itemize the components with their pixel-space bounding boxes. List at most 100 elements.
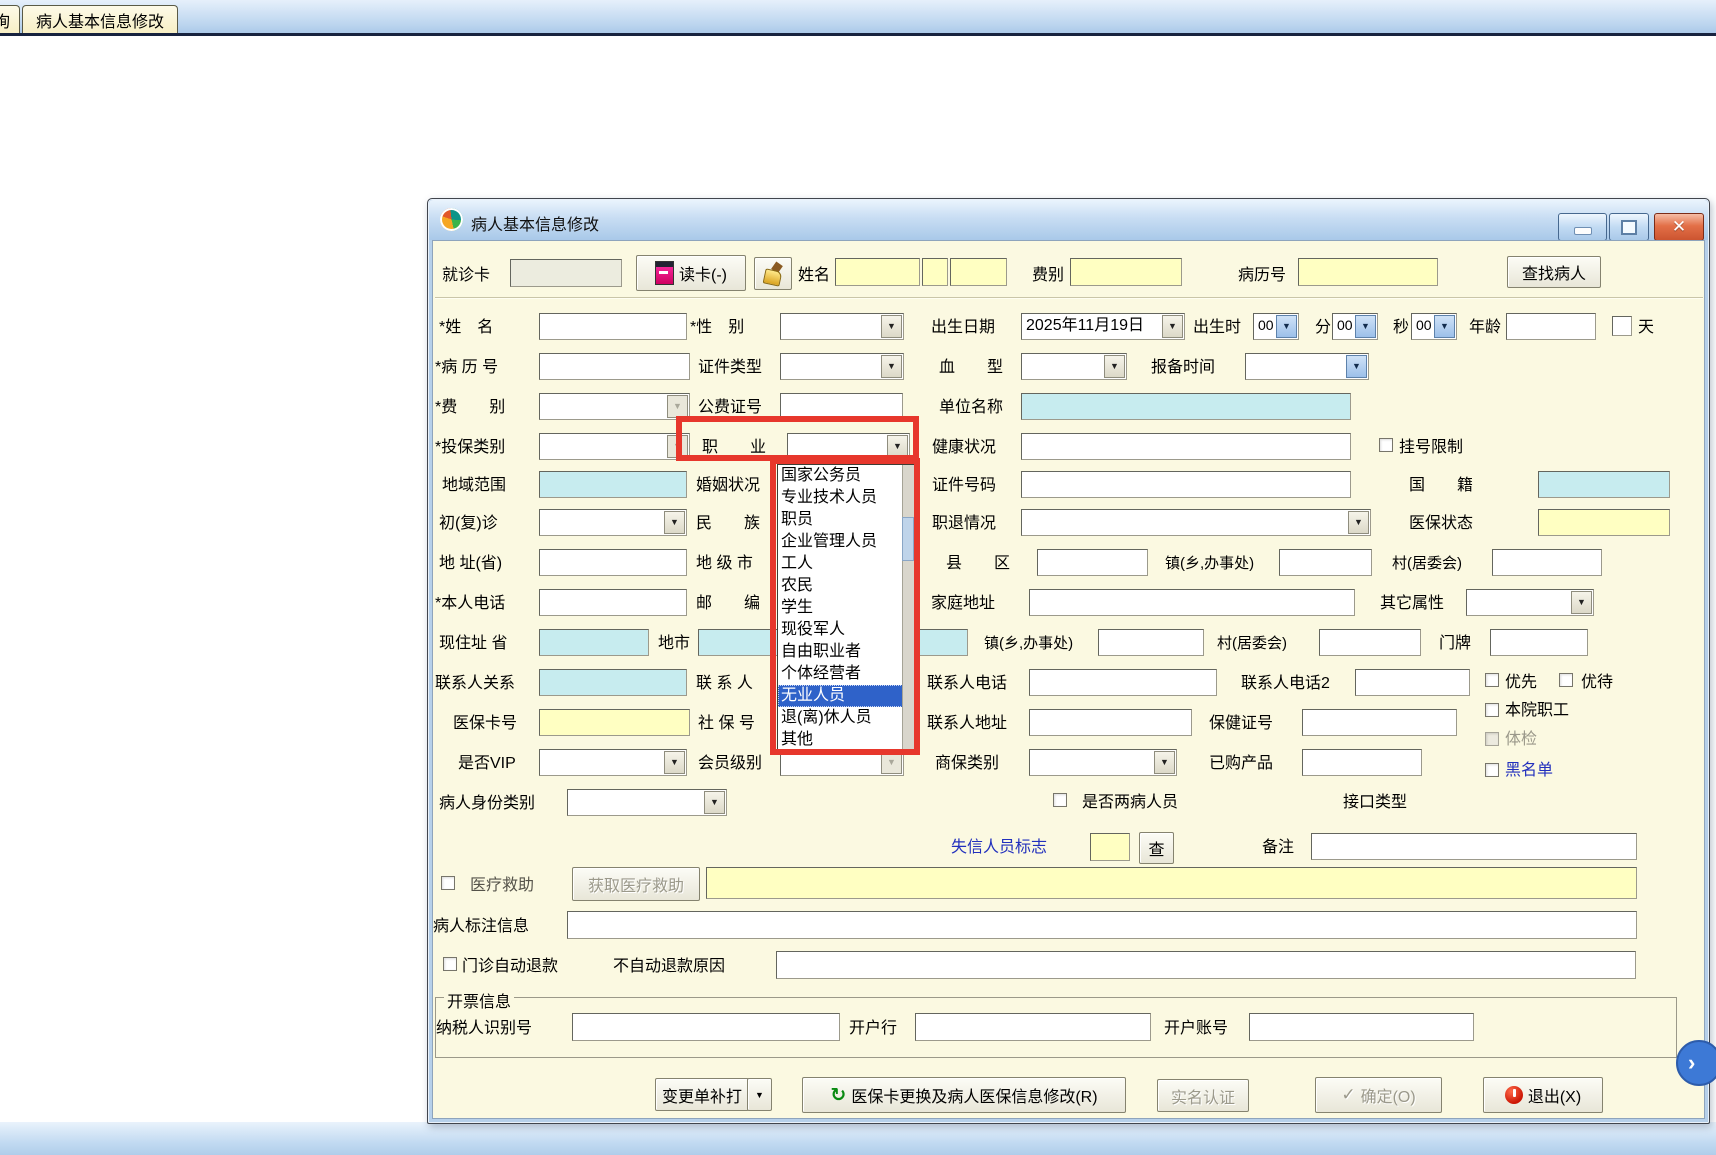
region-input[interactable] — [539, 471, 687, 498]
vip-select[interactable]: ▼ — [539, 749, 687, 776]
auto-refund-checkbox[interactable] — [443, 957, 457, 971]
birth-second-select[interactable]: 00 ▼ — [1411, 313, 1457, 340]
org-name-input[interactable] — [1021, 393, 1351, 420]
dropdown-arrow-icon[interactable]: ▼ — [1104, 355, 1125, 378]
checkup-checkbox[interactable] — [1485, 732, 1499, 746]
first-visit-select[interactable]: ▼ — [539, 509, 687, 536]
dishonest-flag-input[interactable] — [1090, 833, 1130, 861]
dropdown-arrow-icon[interactable]: ▼ — [1355, 315, 1376, 338]
clear-button[interactable] — [754, 257, 792, 290]
name-search-input-2[interactable] — [922, 258, 948, 286]
cur-village-input[interactable] — [1319, 629, 1421, 656]
taxpayer-input[interactable] — [572, 1013, 840, 1041]
reg-limit-checkbox[interactable] — [1379, 438, 1393, 452]
age-input[interactable] — [1506, 313, 1596, 340]
close-button[interactable]: ✕ — [1654, 213, 1704, 241]
name-search-input[interactable] — [835, 258, 920, 286]
priority-checkbox[interactable] — [1485, 673, 1499, 687]
gender-select[interactable]: ▼ — [780, 313, 904, 340]
other-attr-select[interactable]: ▼ — [1466, 589, 1594, 616]
retire-select[interactable]: ▼ — [1021, 509, 1371, 536]
exit-button[interactable]: 退出(X) — [1483, 1077, 1603, 1113]
case-number-input[interactable] — [539, 353, 690, 380]
patient-note-input[interactable] — [567, 911, 1637, 939]
dropdown-arrow-icon[interactable]: ▼ — [881, 355, 902, 378]
blacklist-checkbox[interactable] — [1485, 763, 1499, 777]
day-checkbox[interactable] — [1612, 316, 1632, 336]
blood-type-select[interactable]: ▼ — [1021, 353, 1127, 380]
medicare-card-input[interactable] — [539, 709, 690, 736]
ok-button[interactable]: ✓ 确定(O) — [1315, 1077, 1442, 1113]
bank-input[interactable] — [915, 1013, 1151, 1041]
phone-input[interactable] — [539, 589, 687, 616]
fee-select[interactable]: ▼ — [539, 393, 690, 420]
purchased-input[interactable] — [1302, 749, 1422, 776]
insure-type-select[interactable]: ▼ — [539, 433, 690, 460]
remark-input[interactable] — [1311, 833, 1637, 860]
tab-patient-info-edit[interactable]: 病人基本信息修改 — [22, 5, 178, 34]
contact-phone2-input[interactable] — [1355, 669, 1470, 696]
no-refund-reason-input[interactable] — [776, 951, 1636, 979]
fee-type-search-input[interactable] — [1070, 258, 1182, 286]
medicare-update-button[interactable]: ↻ 医保卡更换及病人医保信息修改(R) — [802, 1077, 1126, 1113]
town-input[interactable] — [1279, 549, 1372, 576]
contact-phone-input[interactable] — [1029, 669, 1217, 696]
report-time-select[interactable]: ▼ — [1245, 353, 1369, 380]
get-med-aid-button[interactable]: 获取医疗救助 — [572, 867, 700, 901]
hospital-staff-checkbox[interactable] — [1485, 703, 1499, 717]
name-search-input-3[interactable] — [950, 258, 1007, 286]
health-input[interactable] — [1021, 433, 1351, 460]
dropdown-arrow-icon[interactable]: ▼ — [1154, 751, 1175, 774]
find-patient-button[interactable]: 查找病人 — [1507, 256, 1601, 288]
realname-button[interactable]: 实名认证 — [1157, 1079, 1249, 1112]
dropdown-arrow-icon[interactable]: ▼ — [704, 791, 725, 814]
read-card-button[interactable]: 读卡(-) — [636, 255, 746, 291]
med-aid-input[interactable] — [706, 867, 1637, 899]
identity-select[interactable]: ▼ — [567, 789, 727, 816]
visit-card-input[interactable] — [510, 259, 622, 287]
home-addr-input[interactable] — [1029, 589, 1355, 616]
surname-input[interactable] — [539, 313, 687, 340]
two-disease-checkbox[interactable] — [1053, 793, 1067, 807]
dishonest-check-button[interactable]: 查 — [1139, 832, 1174, 864]
reprint-dropdown-button[interactable]: ▼ — [747, 1078, 772, 1111]
reprint-button[interactable]: 变更单补打 — [655, 1078, 749, 1111]
birth-minute-select[interactable]: 00 ▼ — [1332, 313, 1378, 340]
account-input[interactable] — [1249, 1013, 1474, 1041]
next-page-button[interactable]: › — [1676, 1040, 1716, 1086]
dropdown-arrow-icon[interactable]: ▼ — [664, 751, 685, 774]
dropdown-arrow-icon[interactable]: ▼ — [1434, 315, 1455, 338]
dropdown-arrow-icon[interactable]: ▼ — [1571, 591, 1592, 614]
dropdown-arrow-icon[interactable]: ▼ — [1162, 315, 1183, 338]
preferential-checkbox[interactable] — [1559, 673, 1573, 687]
app-logo-icon — [440, 208, 463, 231]
cur-prov-input[interactable] — [539, 629, 649, 656]
nationality-input[interactable] — [1538, 471, 1670, 498]
dropdown-arrow-icon[interactable]: ▼ — [664, 511, 685, 534]
nationality-label: 国 籍 — [1409, 477, 1474, 494]
village-input[interactable] — [1492, 549, 1602, 576]
county-input[interactable] — [1037, 549, 1148, 576]
contact-addr-input[interactable] — [1029, 709, 1192, 736]
door-input[interactable] — [1490, 629, 1588, 656]
contact-rel-input[interactable] — [539, 669, 687, 696]
comm-ins-select[interactable]: ▼ — [1029, 749, 1177, 776]
cur-town-input[interactable] — [1098, 629, 1204, 656]
case-no-search-input[interactable] — [1298, 258, 1438, 286]
medicare-status-input[interactable] — [1538, 509, 1670, 536]
maximize-button[interactable] — [1609, 213, 1649, 241]
check-icon: ✓ — [1341, 1085, 1356, 1104]
dropdown-arrow-icon[interactable]: ▼ — [1348, 511, 1369, 534]
address-prov-input[interactable] — [539, 549, 687, 576]
id-type-select[interactable]: ▼ — [780, 353, 904, 380]
dropdown-arrow-icon[interactable]: ▼ — [1276, 315, 1297, 338]
id-no-input[interactable] — [1021, 471, 1351, 498]
tab-partial-query[interactable]: 询 — [0, 5, 20, 34]
minimize-button[interactable] — [1558, 213, 1607, 241]
med-aid-checkbox[interactable] — [441, 876, 455, 890]
health-cert-input[interactable] — [1302, 709, 1457, 736]
dropdown-arrow-icon[interactable]: ▼ — [881, 315, 902, 338]
birth-date-picker[interactable]: 2025年11月19日 ▼ — [1021, 313, 1185, 340]
birth-hour-select[interactable]: 00 ▼ — [1253, 313, 1299, 340]
dropdown-arrow-icon[interactable]: ▼ — [1346, 355, 1367, 378]
